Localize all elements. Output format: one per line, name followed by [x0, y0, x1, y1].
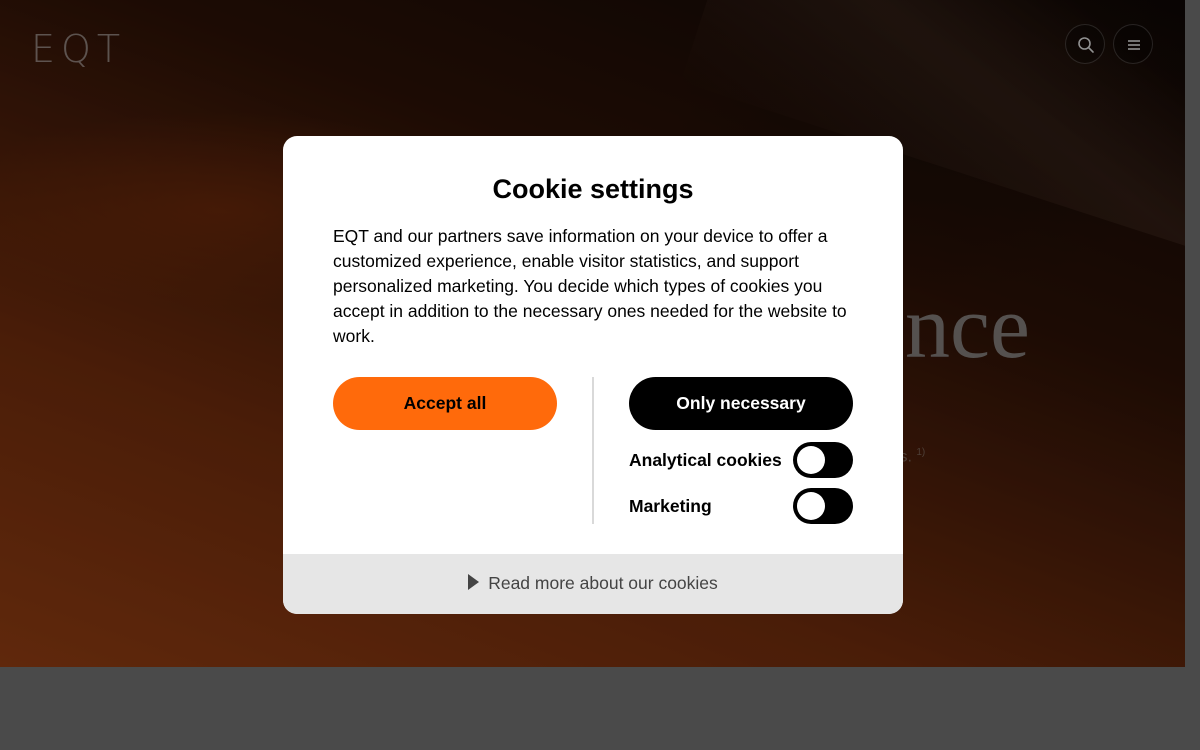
toggle-knob	[797, 446, 825, 474]
marketing-row: Marketing	[629, 488, 853, 524]
analytical-cookies-toggle[interactable]	[793, 442, 853, 478]
analytical-cookies-label: Analytical cookies	[629, 450, 782, 470]
read-more-footer[interactable]: Read more about our cookies	[283, 554, 903, 614]
dialog-title: Cookie settings	[492, 174, 694, 204]
only-necessary-button[interactable]: Only necessary	[629, 377, 853, 430]
accept-all-button[interactable]: Accept all	[333, 377, 557, 430]
marketing-toggle[interactable]	[793, 488, 853, 524]
dialog-description: EQT and our partners save information on…	[333, 226, 847, 346]
expand-triangle-icon	[468, 574, 480, 590]
toggle-knob	[797, 492, 825, 520]
analytical-cookies-row: Analytical cookies	[629, 442, 853, 478]
read-more-label: Read more about our cookies	[488, 573, 718, 593]
marketing-label: Marketing	[629, 496, 712, 516]
read-more-link[interactable]: Read more about our cookies	[468, 573, 718, 594]
vertical-divider	[592, 377, 594, 524]
cookie-settings-dialog: Cookie settings EQT and our partners sav…	[283, 136, 903, 614]
